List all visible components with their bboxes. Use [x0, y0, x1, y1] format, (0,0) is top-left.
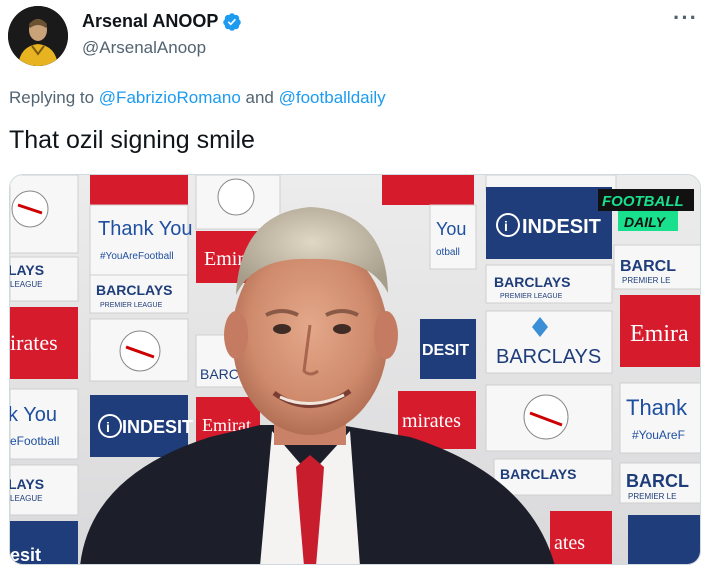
board-hashtag: #YouAreFootball	[100, 251, 174, 262]
board-barcl-1: BARCL	[620, 258, 676, 275]
board-irates: irates	[10, 330, 58, 355]
verified-badge-icon	[222, 12, 242, 32]
mention-link-fabrizioromano[interactable]: @FabrizioRomano	[99, 88, 241, 107]
board-premier-league-1: PREMIER LEAGUE	[100, 302, 163, 309]
board-mirates: mirates	[402, 410, 461, 432]
author-handle[interactable]: @ArsenalAnoop	[82, 38, 206, 58]
board-k-you: k You	[10, 404, 57, 426]
mention-link-footballdaily[interactable]: @footballdaily	[279, 88, 386, 107]
board-desit: DESIT	[422, 342, 469, 359]
board-barclays-5: BARCLAYS	[500, 466, 577, 482]
board-barcl-2: BARCL	[626, 471, 689, 491]
board-ates: ates	[554, 532, 585, 554]
board-esit: esit	[10, 545, 41, 565]
board-emira: Emira	[630, 321, 689, 347]
board-barclays-4: BARCLAYS	[496, 346, 601, 368]
svg-text:i: i	[106, 419, 110, 435]
replying-to-line: Replying to @FabrizioRomano and @footbal…	[9, 88, 386, 108]
badge-daily: DAILY	[624, 214, 667, 230]
board-lays-1: LAYS	[10, 262, 44, 278]
avatar[interactable]	[8, 6, 68, 66]
board-lays-2: LAYS	[10, 476, 44, 492]
tweet-text: That ozil signing smile	[9, 126, 255, 154]
board-youaref: #YouAreF	[632, 428, 685, 442]
board-indesit-1: INDESIT	[522, 216, 601, 238]
avatar-image	[8, 6, 68, 66]
board-barclays-1: BARCLAYS	[96, 282, 173, 298]
board-premier-le-1: PREMIER LE	[622, 276, 670, 285]
board-league-1: LEAGUE	[10, 280, 42, 289]
replying-prefix: Replying to	[9, 88, 95, 107]
board-thank: Thank	[626, 395, 688, 420]
board-thank-you: Thank You	[98, 218, 193, 240]
reply-joiner: and	[245, 88, 274, 107]
display-name[interactable]: Arsenal ANOOP	[82, 11, 218, 32]
board-efootball: eFootball	[10, 434, 59, 448]
board-league-2: LEAGUE	[10, 494, 42, 503]
tweet-media-image[interactable]: Thank You #YouAreFootball Emirates You o…	[9, 174, 701, 565]
board-premier-le-2: PREMIER LE	[628, 492, 676, 501]
svg-text:i: i	[504, 218, 508, 234]
more-horizontal-icon[interactable]: ···	[673, 7, 698, 29]
board-otball: otball	[436, 247, 460, 258]
media-photo: Thank You #YouAreFootball Emirates You o…	[10, 175, 700, 565]
board-you: You	[436, 219, 466, 239]
board-barclays-2: BARCLAYS	[494, 274, 571, 290]
badge-football: FOOTBALL	[602, 193, 684, 210]
author-name-row: Arsenal ANOOP	[82, 11, 242, 32]
tweet-card: Arsenal ANOOP @ArsenalAnoop ··· Replying…	[0, 0, 720, 574]
board-indesit-2: INDESIT	[122, 417, 193, 437]
board-premier-league-2: PREMIER LEAGUE	[500, 293, 563, 300]
